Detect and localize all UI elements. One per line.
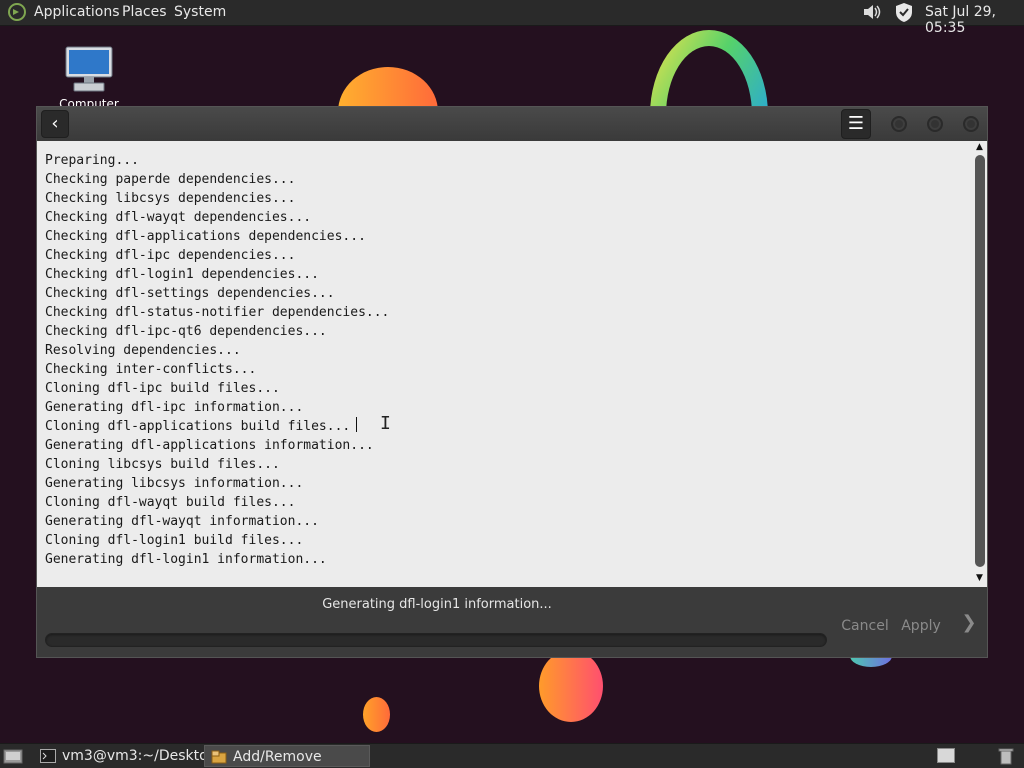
next-button[interactable]: ❯ xyxy=(955,611,983,637)
text-caret xyxy=(356,417,357,432)
log-line: Generating dfl-wayqt information... xyxy=(45,514,319,529)
wallpaper-shape xyxy=(539,650,603,722)
close-button[interactable] xyxy=(963,116,979,132)
distro-logo-icon[interactable] xyxy=(7,2,27,22)
log-lines: Preparing... Checking paperde dependencie… xyxy=(45,151,389,569)
taskbar-item-label: Add/Remove Software xyxy=(233,749,322,765)
log-output[interactable]: Preparing... Checking paperde dependencie… xyxy=(37,141,973,587)
bottom-taskbar: vm3@vm3:~/Desktop Add/Remove Software xyxy=(0,743,1024,768)
clock[interactable]: Sat Jul 29, 05:35 xyxy=(925,4,1024,36)
menu-button[interactable]: ☰ xyxy=(841,109,871,139)
back-arrow-icon: ‹ xyxy=(51,113,59,134)
top-panel: Applications Places System Sat Jul 29, 0… xyxy=(0,0,1024,36)
apply-button[interactable]: Apply xyxy=(895,613,947,639)
scroll-thumb[interactable] xyxy=(975,155,985,567)
log-line: Checking paperde dependencies... xyxy=(45,172,296,187)
log-line: Checking dfl-ipc dependencies... xyxy=(45,248,296,263)
minimize-button[interactable] xyxy=(891,116,907,132)
log-line: Generating dfl-ipc information... xyxy=(45,400,304,415)
log-line: Cloning dfl-ipc build files... xyxy=(45,381,280,396)
add-remove-software-window: ‹ ☰ Preparing... Checking paperde depende… xyxy=(36,106,988,658)
package-icon xyxy=(211,750,227,764)
workspace-switcher[interactable] xyxy=(937,748,955,763)
log-line: Checking dfl-status-notifier dependencie… xyxy=(45,305,390,320)
log-line: Generating libcsys information... xyxy=(45,476,304,491)
log-line: Checking libcsys dependencies... xyxy=(45,191,296,206)
log-line: Cloning dfl-applications build files... xyxy=(45,419,351,434)
log-line: Checking dfl-wayqt dependencies... xyxy=(45,210,312,225)
log-line: Cloning dfl-login1 build files... xyxy=(45,533,304,548)
computer-icon xyxy=(65,46,113,92)
hamburger-menu-icon: ☰ xyxy=(847,113,865,134)
scroll-up-arrow-icon[interactable]: ▲ xyxy=(976,142,983,152)
status-message: Generating dfl-login1 information... xyxy=(322,597,552,612)
log-line: Preparing... xyxy=(45,153,139,168)
show-desktop-icon[interactable] xyxy=(3,747,23,765)
log-scrollbar[interactable]: ▲ ▼ xyxy=(973,141,987,587)
menu-places[interactable]: Places xyxy=(122,4,167,20)
shield-icon[interactable] xyxy=(894,2,914,23)
menu-system[interactable]: System xyxy=(174,4,226,20)
window-titlebar[interactable]: ‹ ☰ xyxy=(37,107,987,141)
trash-icon[interactable] xyxy=(998,747,1014,765)
wallpaper-shape xyxy=(363,697,390,732)
progress-bar xyxy=(45,633,827,647)
log-line: Checking dfl-settings dependencies... xyxy=(45,286,335,301)
taskbar-item-terminal[interactable]: vm3@vm3:~/Desktop xyxy=(34,745,217,767)
menu-applications[interactable]: Applications xyxy=(34,4,120,20)
terminal-icon xyxy=(40,749,56,763)
log-line: Cloning libcsys build files... xyxy=(45,457,280,472)
log-line: Resolving dependencies... xyxy=(45,343,241,358)
volume-icon[interactable] xyxy=(861,2,883,22)
log-line: Generating dfl-login1 information... xyxy=(45,552,327,567)
log-line: Checking inter-conflicts... xyxy=(45,362,257,377)
ibeam-cursor-icon: I xyxy=(380,413,391,434)
chevron-right-icon: ❯ xyxy=(961,612,977,633)
log-line: Cloning dfl-wayqt build files... xyxy=(45,495,296,510)
cancel-button[interactable]: Cancel xyxy=(837,613,893,639)
taskbar-item-label: vm3@vm3:~/Desktop xyxy=(62,748,217,764)
scroll-down-arrow-icon[interactable]: ▼ xyxy=(976,573,983,583)
log-line: Checking dfl-ipc-qt6 dependencies... xyxy=(45,324,327,339)
taskbar-item-add-remove-software[interactable]: Add/Remove Software xyxy=(204,745,370,767)
log-line: Generating dfl-applications information.… xyxy=(45,438,374,453)
back-button[interactable]: ‹ xyxy=(41,110,69,138)
maximize-button[interactable] xyxy=(927,116,943,132)
log-line: Checking dfl-applications dependencies..… xyxy=(45,229,366,244)
log-line: Checking dfl-login1 dependencies... xyxy=(45,267,319,282)
